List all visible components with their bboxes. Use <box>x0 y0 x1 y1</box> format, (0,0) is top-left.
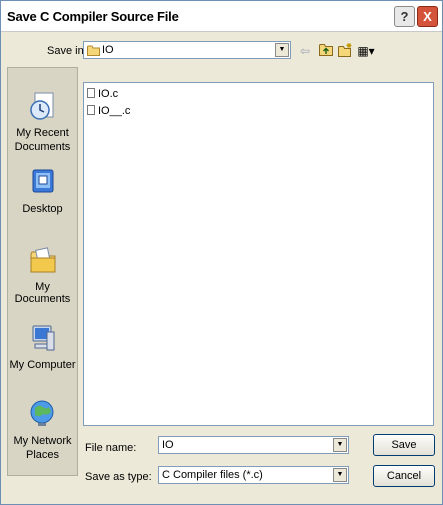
file-icon <box>87 88 95 98</box>
save-in-label: Save in: <box>47 45 87 57</box>
back-icon[interactable]: ⇦ <box>297 43 313 59</box>
file-name: IO__.c <box>98 105 131 117</box>
file-name-field[interactable]: IO ▼ <box>158 436 349 454</box>
chevron-down-icon[interactable]: ▼ <box>333 468 347 482</box>
help-button[interactable]: ? <box>394 6 415 27</box>
title-bar: Save C Compiler Source File ? X <box>1 1 442 32</box>
chevron-down-icon[interactable]: ▼ <box>333 438 347 452</box>
my-computer-icon <box>32 325 54 351</box>
window-title: Save C Compiler Source File <box>7 9 179 24</box>
place-label: Places <box>25 449 60 461</box>
save-button[interactable]: Save <box>373 434 435 456</box>
file-icon <box>87 105 95 115</box>
chevron-down-icon[interactable]: ▼ <box>275 43 289 57</box>
place-desktop[interactable]: Desktop <box>8 166 77 215</box>
save-in-value: IO <box>102 44 114 56</box>
folder-icon <box>87 45 100 56</box>
views-menu-icon[interactable]: ▦▾ <box>355 43 377 59</box>
save-in-dropdown[interactable]: IO ▼ <box>83 41 291 59</box>
file-name: IO.c <box>98 88 119 100</box>
place-label: My Recent <box>16 127 69 139</box>
file-name-label: File name: <box>85 442 137 454</box>
place-label: My Documents <box>14 281 71 305</box>
list-item[interactable]: IO.c <box>87 87 118 101</box>
save-dialog: Save C Compiler Source File ? X Save in:… <box>0 0 443 505</box>
save-as-type-label: Save as type: <box>85 471 152 483</box>
new-folder-icon[interactable] <box>337 43 353 59</box>
place-label: My Network <box>13 435 72 447</box>
place-recent-documents[interactable]: My Recent Documents <box>8 90 77 153</box>
place-label: Documents <box>14 141 71 153</box>
place-my-computer[interactable]: My Computer <box>8 322 77 371</box>
recent-documents-icon <box>29 92 53 120</box>
save-as-type-dropdown[interactable]: C Compiler files (*.c) ▼ <box>158 466 349 484</box>
my-documents-icon <box>30 247 55 273</box>
place-label: My Computer <box>9 359 76 371</box>
up-folder-icon[interactable] <box>318 43 334 59</box>
file-name-value: IO <box>162 439 174 451</box>
place-label: Desktop <box>22 203 63 215</box>
file-list[interactable]: IO.c IO__.c <box>83 82 434 426</box>
cancel-button[interactable]: Cancel <box>373 465 435 487</box>
place-network[interactable]: My Network Places <box>8 398 77 461</box>
network-places-icon <box>30 400 53 426</box>
list-item[interactable]: IO__.c <box>87 104 130 118</box>
save-as-type-value: C Compiler files (*.c) <box>162 469 263 481</box>
close-button[interactable]: X <box>417 6 438 27</box>
place-my-documents[interactable]: My Documents <box>8 244 77 305</box>
places-bar: My Recent Documents Desktop My Documents <box>7 67 78 476</box>
desktop-icon <box>32 169 53 193</box>
